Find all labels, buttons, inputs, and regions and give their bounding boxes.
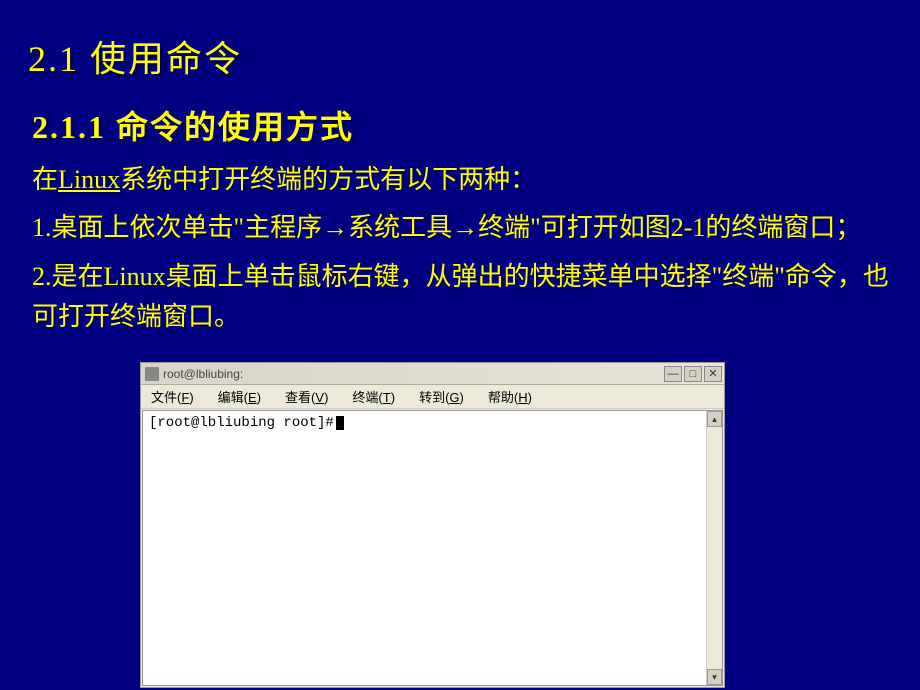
menu-help-accel: H [518,390,527,405]
terminal-output[interactable]: [root@lbliubing root]# [143,411,706,685]
menu-edit-accel: E [248,390,257,405]
menu-edit[interactable]: 编辑(E) [218,387,261,406]
menu-help-label: 帮助 [488,390,514,405]
linux-keyword: Linux [58,165,120,194]
cursor-icon [336,416,344,430]
menu-terminal[interactable]: 终端(T) [352,387,395,406]
window-titlebar[interactable]: root@lbliubing: — □ ✕ [141,363,724,385]
terminal-content[interactable]: [root@lbliubing root]# ▴ ▾ [142,410,723,686]
maximize-button[interactable]: □ [684,366,702,382]
menu-go-accel: G [449,390,459,405]
menu-view-accel: V [315,390,324,405]
scroll-up-button[interactable]: ▴ [707,411,722,427]
prompt-line: [root@lbliubing root]# [149,415,700,431]
window-controls: — □ ✕ [664,366,722,382]
menu-terminal-label: 终端 [352,390,378,405]
menu-file-label: 文件 [151,390,177,405]
menu-help[interactable]: 帮助(H) [488,387,532,406]
menu-go-label: 转到 [419,390,445,405]
menu-file[interactable]: 文件(F) [151,387,194,406]
window-title: root@lbliubing: [163,367,664,381]
intro-prefix: 在 [32,165,58,194]
list-item-1: 1.桌面上依次单击"主程序→系统工具→终端"可打开如图2-1的终端窗口； [0,204,920,252]
minimize-button[interactable]: — [664,366,682,382]
menu-file-accel: F [181,390,189,405]
vertical-scrollbar[interactable]: ▴ ▾ [706,411,722,685]
menu-go[interactable]: 转到(G) [419,387,464,406]
menu-terminal-accel: T [383,390,391,405]
terminal-window: root@lbliubing: — □ ✕ 文件(F) 编辑(E) 查看(V) … [140,362,725,688]
scroll-track[interactable] [707,427,722,669]
scroll-down-button[interactable]: ▾ [707,669,722,685]
list-item-2: 2.是在Linux桌面上单击鼠标右键，从弹出的快捷菜单中选择"终端"命令，也可打… [0,253,920,342]
subsection-title: 2.1.1 命令的使用方式 [0,82,920,156]
menu-edit-label: 编辑 [218,390,244,405]
intro-suffix: 系统中打开终端的方式有以下两种： [120,165,536,194]
menu-view[interactable]: 查看(V) [285,387,328,406]
window-icon [145,367,159,381]
shell-prompt: [root@lbliubing root]# [149,415,334,431]
section-title: 2.1 使用命令 [0,0,920,82]
menu-bar: 文件(F) 编辑(E) 查看(V) 终端(T) 转到(G) 帮助(H) [141,385,724,409]
menu-view-label: 查看 [285,390,311,405]
intro-text: 在Linux系统中打开终端的方式有以下两种： [0,156,920,204]
close-button[interactable]: ✕ [704,366,722,382]
